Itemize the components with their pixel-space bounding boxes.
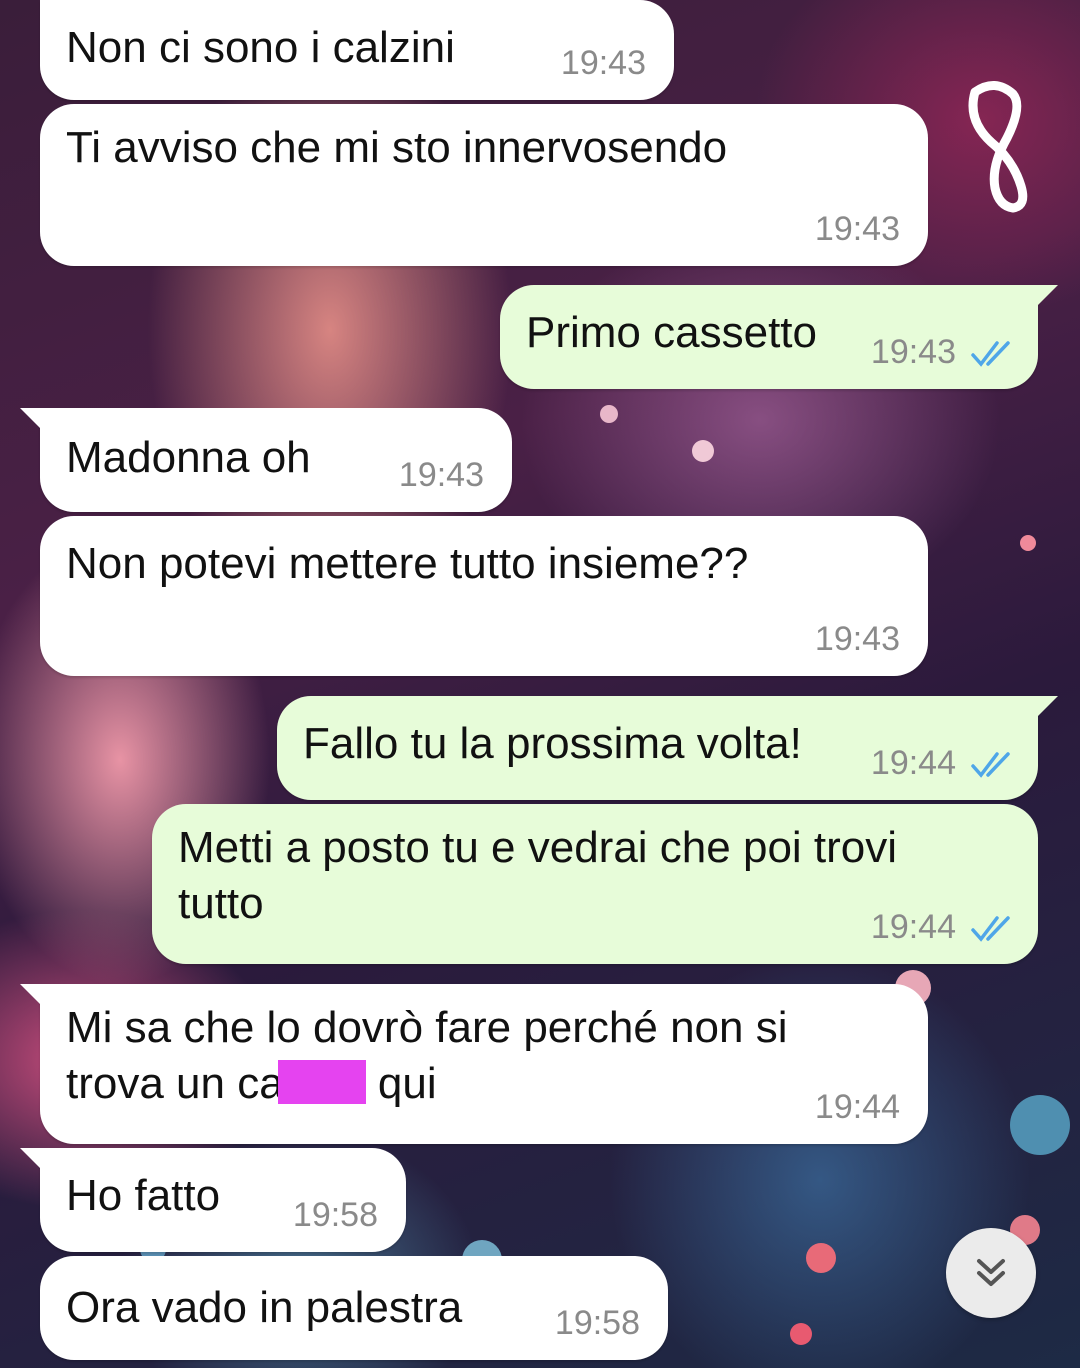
message-time: 19:58 [292,1196,378,1234]
message-bubble-outgoing[interactable]: Metti a posto tu e vedrai che poi trovi … [152,804,1038,964]
message-text: Metti a posto tu e vedrai che poi trovi … [178,823,898,928]
double-chevron-down-icon [977,1259,1005,1286]
message-bubble-incoming[interactable]: Mi sa che lo dovrò fare perché non si tr… [20,984,928,1144]
message-bubble-incoming[interactable]: Madonna oh 19:43 [20,408,512,512]
message-bubble-incoming[interactable]: Ora vado in palestra 19:58 [40,1256,668,1360]
double-check-icon [971,752,1010,778]
scroll-to-bottom-button[interactable] [946,1228,1036,1318]
bg-dot [1020,535,1036,551]
message-bubble-incoming[interactable]: Ti avviso che mi sto innervosendo 19:43 [40,104,928,266]
message-bubble-incoming[interactable]: Non potevi mettere tutto insieme?? 19:43 [40,516,928,676]
message-bubble-incoming[interactable]: Non ci sono i calzini 19:43 [40,0,674,100]
message-time: 19:44 [870,744,956,782]
message-time: 19:43 [560,44,646,82]
message-bubble-outgoing[interactable]: Primo cassetto 19:43 [500,285,1058,389]
message-text: Mi sa che lo dovrò fare perché non si tr… [66,1000,866,1112]
message-bubble-outgoing[interactable]: Fallo tu la prossima volta! 19:44 [277,696,1058,800]
message-time: 19:43 [814,210,900,248]
message-time: 19:43 [814,620,900,658]
message-time: 19:44 [870,908,956,946]
message-bubble-incoming[interactable]: Ho fatto 19:58 [20,1148,406,1252]
redaction-bar [277,1060,366,1104]
message-time: 19:58 [554,1304,640,1342]
bg-dot [790,1323,812,1345]
message-time: 19:43 [870,333,956,371]
message-time: 19:44 [814,1088,900,1126]
message-text: Non potevi mettere tutto insieme?? [66,539,749,588]
message-time: 19:43 [398,456,484,494]
bg-dot [806,1243,836,1273]
double-check-icon [971,916,1010,942]
bg-dot [692,440,714,462]
message-text-part: qui [377,1059,437,1108]
figure-eight-drawing-icon [968,81,1028,213]
double-check-icon [971,341,1010,367]
message-text: Ti avviso che mi sto innervosendo [66,123,728,172]
bg-dot [600,405,618,423]
bg-dot [1010,1095,1070,1155]
